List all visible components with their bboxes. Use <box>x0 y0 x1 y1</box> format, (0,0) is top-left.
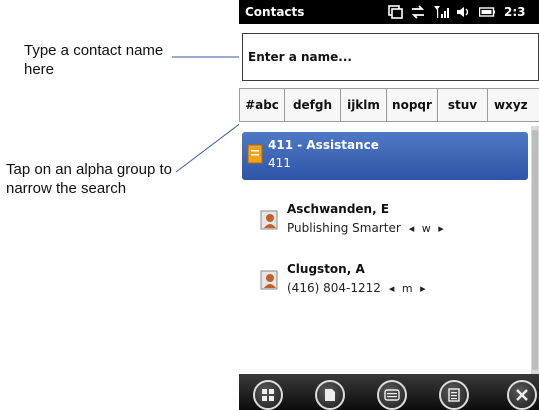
contact-detail: (416) 804-1212 <box>287 281 381 295</box>
app-title: Contacts <box>245 5 305 19</box>
new-contact-button[interactable] <box>315 380 345 410</box>
contact-name: 411 - Assistance <box>268 138 379 152</box>
windows-start-button[interactable] <box>253 380 283 410</box>
alpha-tab-wxyz[interactable]: wxyz <box>488 88 539 122</box>
alpha-tab-stuv[interactable]: stuv <box>438 88 488 122</box>
alpha-tab-nopqr[interactable]: nopqr <box>387 88 438 122</box>
device-screen: Contacts 2:3 Enter a name... #abc defgh … <box>239 0 539 410</box>
connectivity-icon[interactable] <box>410 5 426 19</box>
speaker-icon[interactable] <box>456 5 472 19</box>
signal-icon[interactable] <box>433 5 449 19</box>
clock: 2:3 <box>504 5 526 19</box>
close-button[interactable] <box>507 380 537 410</box>
search-callout-label: Type a contact name here <box>24 42 164 78</box>
contact-search-input[interactable] <box>248 50 538 64</box>
sync-icon[interactable] <box>387 5 403 19</box>
list-scrollbar[interactable] <box>531 126 539 374</box>
bottom-command-bar <box>239 374 539 410</box>
contact-name: Aschwanden, E <box>287 202 390 216</box>
contact-list[interactable]: 411 - Assistance 411 Aschwanden, E Publi… <box>239 126 539 374</box>
contact-person-icon <box>260 270 278 290</box>
contact-detail-line: Publishing Smarter ◂ w ▸ <box>287 221 446 235</box>
contact-name: Clugston, A <box>287 262 365 276</box>
contact-search-box[interactable] <box>242 33 539 81</box>
alpha-group-callout-label: Tap on an alpha group to narrow the sear… <box>6 161 172 197</box>
contact-item[interactable]: Aschwanden, E Publishing Smarter ◂ w ▸ <box>239 194 531 244</box>
close-icon <box>516 389 528 401</box>
keyboard-button[interactable] <box>377 380 407 410</box>
contact-item-selected[interactable]: 411 - Assistance 411 <box>242 132 528 180</box>
new-contact-icon <box>325 389 335 401</box>
keyboard-icon <box>384 389 400 401</box>
alpha-jump-arrows[interactable]: ◂ w ▸ <box>409 222 446 235</box>
windows-start-icon <box>262 389 274 401</box>
status-bar: Contacts 2:3 <box>239 0 539 24</box>
battery-icon[interactable] <box>479 5 495 19</box>
scrollbar-thumb[interactable] <box>532 130 538 370</box>
contact-card-icon <box>247 144 263 164</box>
contact-item[interactable]: Clugston, A (416) 804-1212 ◂ m ▸ <box>239 254 531 304</box>
alpha-jump-arrows[interactable]: ◂ m ▸ <box>389 282 428 295</box>
contact-detail-line: (416) 804-1212 ◂ m ▸ <box>287 281 428 295</box>
menu-icon <box>448 388 460 402</box>
alpha-tab-defgh[interactable]: defgh <box>285 88 341 122</box>
contact-detail: 411 <box>268 156 291 170</box>
alpha-tab-abc[interactable]: #abc <box>239 88 285 122</box>
alpha-tab-ijklm[interactable]: ijklm <box>341 88 387 122</box>
contact-person-icon <box>260 210 278 230</box>
menu-button[interactable] <box>439 380 469 410</box>
alpha-group-bar: #abc defgh ijklm nopqr stuv wxyz <box>239 88 539 122</box>
contact-detail: Publishing Smarter <box>287 221 401 235</box>
